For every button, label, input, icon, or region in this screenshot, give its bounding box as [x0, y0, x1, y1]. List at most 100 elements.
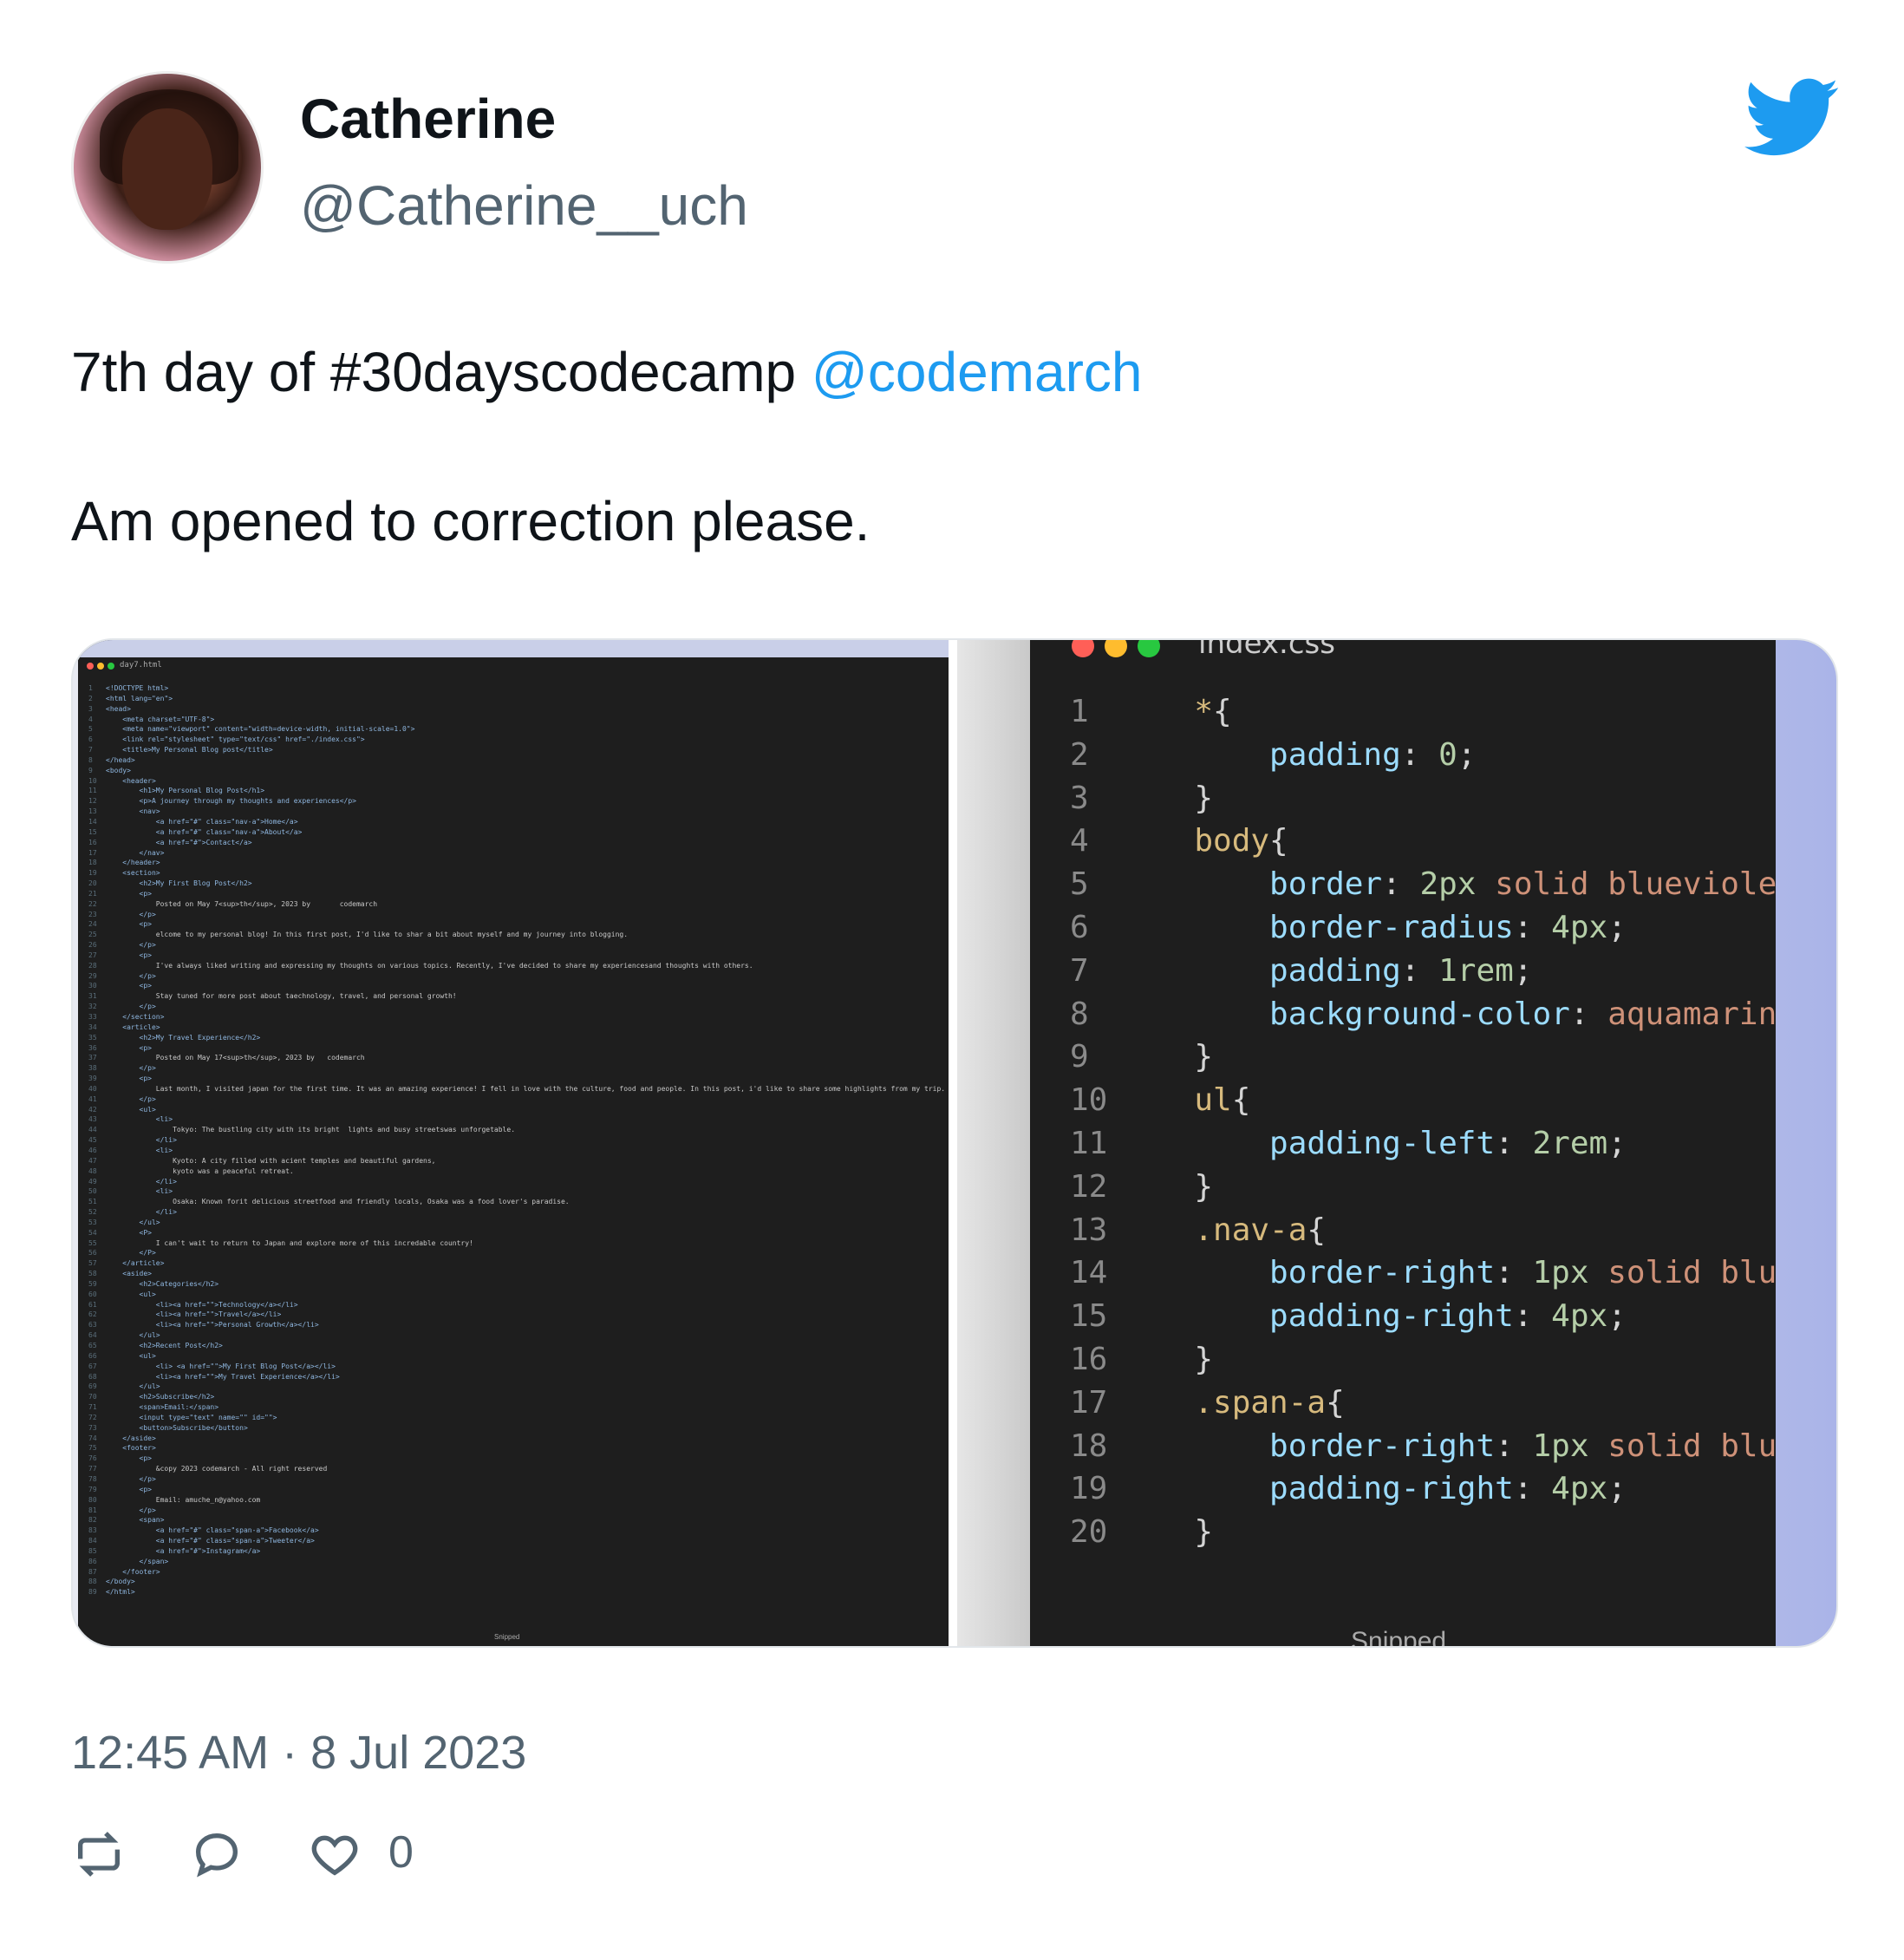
twitter-bird-icon[interactable] [1744, 76, 1840, 160]
line-number: 42 [88, 1105, 97, 1114]
css-colon: : [1513, 1298, 1552, 1335]
code-line: 39 <p> [88, 1074, 947, 1084]
line-number: 14 [88, 817, 97, 826]
line-text: <head> [106, 704, 131, 713]
line-number: 89 [88, 1588, 97, 1597]
code-line: 65 <h2>Recent Post</h2> [88, 1341, 947, 1351]
line-number: 80 [88, 1495, 97, 1504]
line-number: 35 [88, 1033, 97, 1042]
line-text: <h2>Categories</h2> [106, 1279, 219, 1288]
html-editor-screenshot: day7.html 1 <!DOCTYPE html> 2 <html lang="e… [78, 640, 949, 1646]
code-line: 81 </p> [88, 1506, 947, 1516]
code-line: 20 <h2>My First Blog Post</h2> [88, 879, 947, 889]
tweet-timestamp[interactable]: 12:45 AM · 8 Jul 2023 [71, 1726, 526, 1780]
line-text: </html> [106, 1588, 135, 1597]
code-line: 50 <li> [88, 1186, 947, 1197]
css-line: 6 border-radius: 4px; [1070, 906, 1776, 950]
line-text: I've always liked writing and expressing… [106, 961, 753, 970]
line-text: <a href="#">Contact</a> [106, 838, 252, 846]
line-text: <ul> [106, 1290, 156, 1298]
code-line: 30 <p> [88, 981, 947, 991]
code-line: 33 </section> [88, 1012, 947, 1022]
minimize-dot-icon [1105, 640, 1127, 657]
author-name[interactable]: Catherine [300, 87, 556, 151]
code-line: 76 <p> [88, 1454, 947, 1464]
line-text: </li> [106, 1136, 177, 1145]
line-text: </footer> [106, 1567, 160, 1576]
css-line: 7 padding: 1rem; [1070, 950, 1776, 993]
heart-icon[interactable] [307, 1826, 362, 1882]
line-text: Kyoto: A city filled with acient temples… [106, 1156, 436, 1165]
line-text: <!DOCTYPE html> [106, 684, 169, 692]
code-line: 68 <li><a href="">My Travel Experience</… [88, 1372, 947, 1382]
code-line: 48 kyoto was a peaceful retreat. [88, 1166, 947, 1177]
avatar-face [122, 108, 212, 230]
line-text: Stay tuned for more post about taechnolo… [106, 992, 457, 1001]
css-line: 18 border-right: 1px solid blue; [1070, 1425, 1776, 1468]
author-handle[interactable]: @Catherine__uch [300, 173, 748, 238]
line-text: </article> [106, 1259, 165, 1268]
code-line: 63 <li><a href="">Personal Growth</a></l… [88, 1320, 947, 1330]
css-value: 2rem [1532, 1125, 1608, 1161]
code-line: 54 <P> [88, 1228, 947, 1238]
author-avatar[interactable] [71, 71, 264, 264]
code-line: 85 <a href="#">Instagram</a> [88, 1546, 947, 1557]
line-number: 48 [88, 1166, 97, 1175]
code-line: 43 <li> [88, 1114, 947, 1125]
css-line: 15 padding-right: 4px; [1070, 1295, 1776, 1338]
css-semicolon: ; [1607, 909, 1627, 945]
line-text: </li> [106, 1177, 177, 1186]
line-text: </P> [106, 1249, 156, 1258]
code-line: 28 I've always liked writing and express… [88, 961, 947, 971]
line-text: <button>Subscribe</button> [106, 1423, 248, 1432]
line-number: 11 [88, 787, 97, 795]
line-text: <link rel="stylesheet" type="text/css" h… [106, 735, 365, 744]
css-property: padding-right [1157, 1471, 1514, 1507]
code-line: 11 <h1>My Personal Blog Post</h1> [88, 786, 947, 796]
code-line: 26 </p> [88, 940, 947, 951]
line-number: 88 [88, 1578, 97, 1586]
line-number: 7 [1070, 952, 1089, 989]
line-number: 11 [1070, 1125, 1108, 1161]
tweet-media[interactable]: day7.html 1 <!DOCTYPE html> 2 <html lang="e… [71, 638, 1838, 1648]
line-number: 18 [1070, 1428, 1108, 1464]
retweet-icon[interactable] [71, 1826, 127, 1882]
line-text: </aside> [106, 1434, 156, 1442]
css-colon: : [1495, 1125, 1533, 1161]
code-line: 44 Tokyo: The bustling city with its bri… [88, 1125, 947, 1135]
line-number: 75 [88, 1444, 97, 1453]
line-number: 85 [88, 1546, 97, 1555]
css-value: 1rem [1438, 952, 1514, 989]
code-line: 36 <p> [88, 1043, 947, 1054]
reply-icon[interactable] [189, 1826, 245, 1882]
code-line: 31 Stay tuned for more post about taechn… [88, 991, 947, 1002]
code-line: 51 Osaka: Known forit delicious streetfo… [88, 1197, 947, 1207]
line-number: 52 [88, 1208, 97, 1217]
tweet-text-line1: 7th day of #30dayscodecamp @codemarch [71, 340, 1142, 404]
code-line: 4 <meta charset="UTF-8"> [88, 715, 947, 725]
line-number: 50 [88, 1187, 97, 1196]
line-text: <li><a href="">Personal Growth</a></li> [106, 1321, 319, 1330]
line-text: <p> [106, 982, 152, 990]
line-text: <p> [106, 889, 152, 898]
code-line: 5 <meta name="viewport" content="width=d… [88, 724, 947, 735]
css-colon: : [1569, 996, 1608, 1032]
line-text: <span> [106, 1516, 165, 1525]
css-selector: .nav-a [1157, 1212, 1307, 1248]
css-colon: : [1382, 866, 1420, 903]
line-number: 59 [88, 1279, 97, 1288]
code-line: 35 <h2>My Travel Experience</h2> [88, 1033, 947, 1043]
css-line: 9 } [1070, 1036, 1776, 1079]
line-text: </p> [106, 1474, 156, 1483]
code-line: 38 </p> [88, 1063, 947, 1074]
css-editor-screenshot: index.css 1 *{2 padding: 0; 3 } 4 body{5 b… [1030, 640, 1776, 1646]
css-line: 17 .span-a{ [1070, 1382, 1776, 1425]
css-line: 2 padding: 0; [1070, 734, 1776, 777]
line-number: 19 [1070, 1471, 1108, 1507]
code-line: 77 &copy 2023 codemarch - All right rese… [88, 1464, 947, 1474]
line-number: 55 [88, 1238, 97, 1247]
line-text: </li> [106, 1208, 177, 1217]
mention-link[interactable]: @codemarch [812, 341, 1143, 403]
code-line: 19 <section> [88, 868, 947, 879]
line-number: 78 [88, 1474, 97, 1483]
